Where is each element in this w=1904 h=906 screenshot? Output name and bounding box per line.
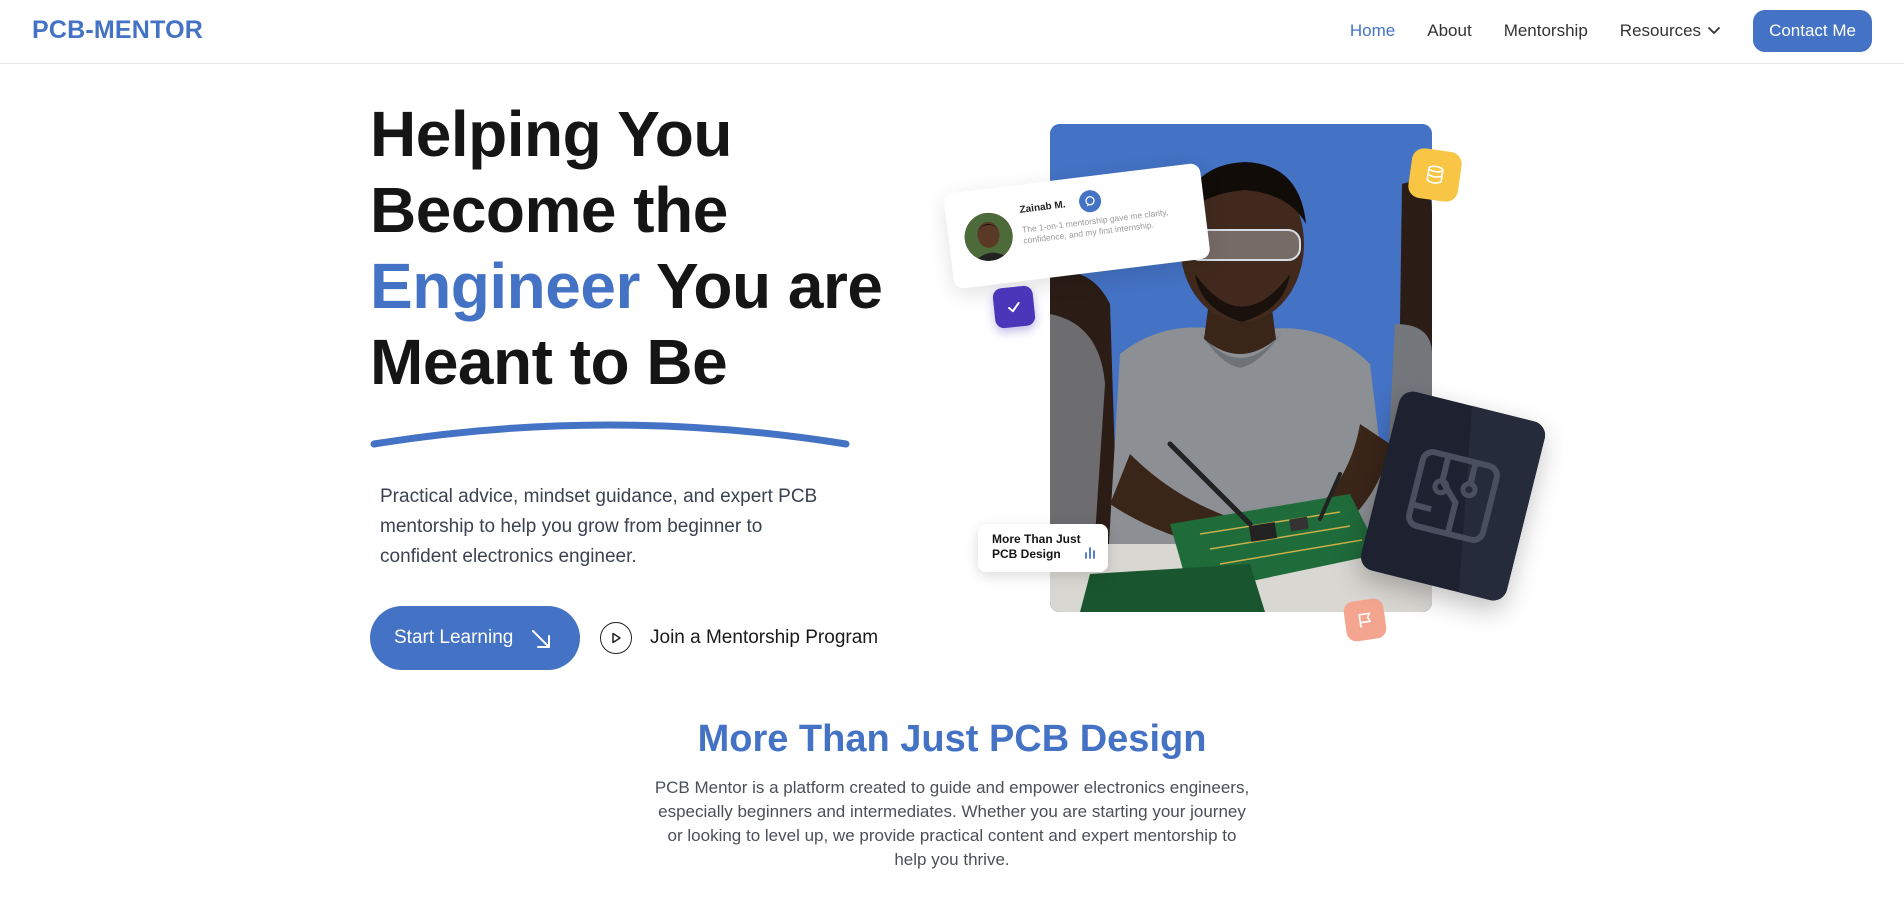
nav-link-home[interactable]: Home bbox=[1350, 21, 1395, 41]
hero-title-line-2: Become the bbox=[370, 174, 728, 246]
hero-title-line-4: Meant to Be bbox=[370, 326, 728, 398]
nav-link-about[interactable]: About bbox=[1427, 21, 1471, 41]
play-icon bbox=[600, 622, 632, 654]
hero-description: Practical advice, mindset guidance, and … bbox=[380, 486, 818, 567]
hero-title: Helping You Become the Engineer You are … bbox=[370, 96, 890, 400]
start-learning-label: Start Learning bbox=[394, 627, 514, 648]
hero-title-line-3-rest: You are bbox=[639, 250, 883, 322]
section-title: More Than Just PCB Design bbox=[697, 718, 1207, 760]
chevron-down-icon bbox=[1707, 26, 1721, 36]
nav-links: Home About Mentorship Resources Contact … bbox=[1318, 10, 1872, 52]
title-underline-swoosh bbox=[370, 421, 850, 448]
hero-title-line-3: Engineer You are bbox=[370, 248, 890, 324]
flag-icon bbox=[1342, 597, 1388, 643]
mini-card-text: More Than Just PCB Design bbox=[992, 532, 1081, 561]
join-mentorship-label: Join a Mentorship Program bbox=[650, 627, 879, 648]
avatar bbox=[961, 210, 1016, 264]
hero-title-line-1: Helping You bbox=[370, 98, 732, 170]
nav-link-resources[interactable]: Resources bbox=[1620, 21, 1721, 41]
bar-chart-icon bbox=[1084, 545, 1098, 564]
check-icon bbox=[992, 285, 1036, 329]
site-logo[interactable]: PCB-MENTOR bbox=[32, 16, 203, 45]
chat-bubble-icon bbox=[1077, 188, 1103, 214]
join-mentorship-link[interactable]: Join a Mentorship Program bbox=[600, 622, 878, 654]
hero-title-accent: Engineer bbox=[370, 250, 640, 322]
nav-link-mentorship[interactable]: Mentorship bbox=[1504, 21, 1588, 41]
navbar: PCB-MENTOR Home About Mentorship Resourc… bbox=[0, 0, 1904, 64]
testimonial-name: Zainab M. bbox=[1018, 199, 1067, 216]
arrow-down-right-icon bbox=[530, 628, 552, 656]
mini-feature-card: More Than Just PCB Design bbox=[978, 524, 1108, 572]
contact-button[interactable]: Contact Me bbox=[1753, 10, 1872, 52]
database-icon bbox=[1406, 146, 1464, 204]
section-description: PCB Mentor is a platform created to guid… bbox=[654, 778, 1250, 869]
nav-link-resources-label: Resources bbox=[1619, 21, 1702, 40]
start-learning-button[interactable]: Start Learning bbox=[370, 606, 580, 670]
